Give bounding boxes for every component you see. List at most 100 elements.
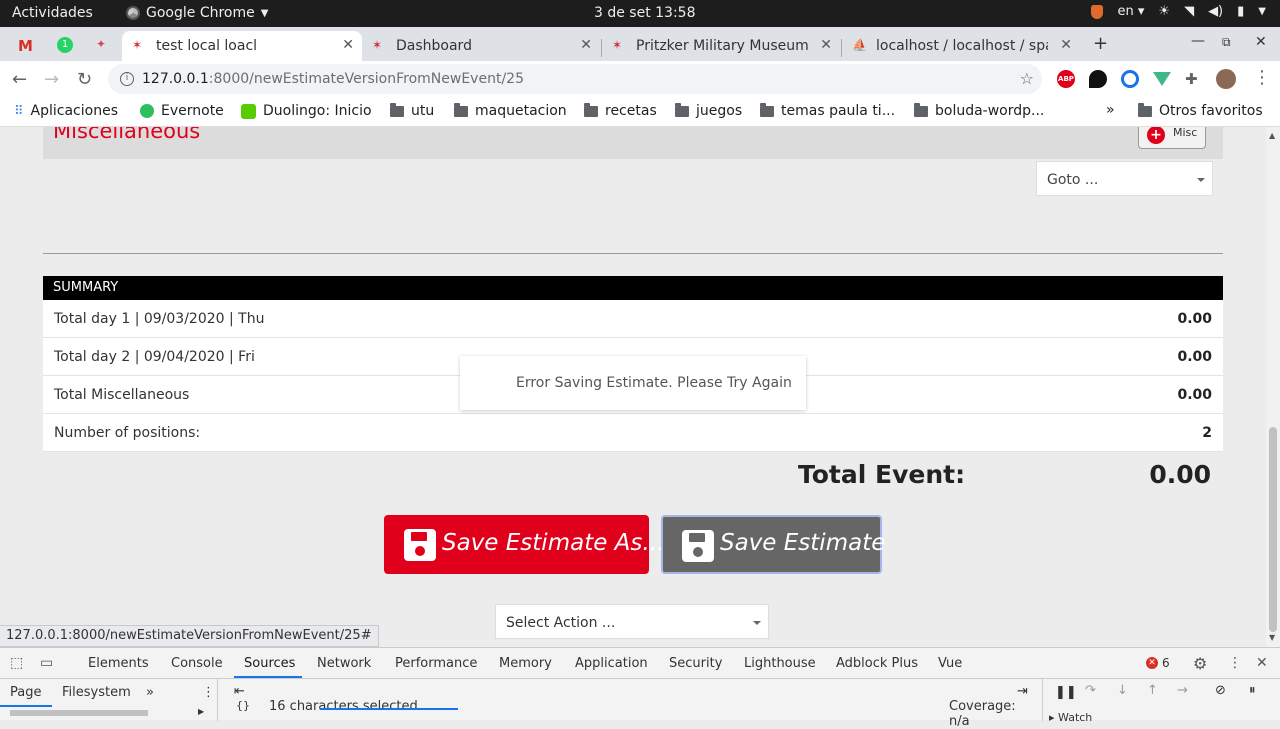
back-icon[interactable]: ← xyxy=(12,69,27,90)
device-toolbar-icon[interactable]: ▭ xyxy=(40,655,56,671)
minimize-icon[interactable]: — xyxy=(1191,33,1205,49)
navigator-tab-filesystem[interactable]: Filesystem xyxy=(62,685,131,700)
extensions-puzzle-icon[interactable]: ✚ xyxy=(1185,70,1203,88)
goto-select[interactable]: Goto ... xyxy=(1036,161,1213,196)
devtools-tab-console[interactable]: Console xyxy=(171,656,223,671)
save-estimate-as-button[interactable]: Save Estimate As... xyxy=(384,515,664,574)
forward-icon[interactable]: → xyxy=(44,69,59,90)
clock[interactable]: 3 de set 13:58 xyxy=(594,5,696,21)
devtools-menu-icon[interactable]: ⋮ xyxy=(1228,655,1244,671)
gmail-icon[interactable]: M xyxy=(18,37,34,55)
tab-pritzker[interactable]: ✶ Pritzker Military Museum ✕ xyxy=(602,31,840,61)
whatsapp-icon[interactable]: 1 xyxy=(57,37,73,53)
devtools-tab-memory[interactable]: Memory xyxy=(499,656,552,671)
bookmark-folder-boluda[interactable]: boluda-wordp... xyxy=(914,102,1044,119)
devtools-tab-vue[interactable]: Vue xyxy=(938,656,962,671)
vue-devtools-icon[interactable] xyxy=(1153,72,1171,86)
devtools-tab-adblock[interactable]: Adblock Plus xyxy=(836,656,918,671)
system-tray[interactable]: en ▾ ☀ ◥ ◀) ▮ ▼ xyxy=(1091,4,1266,19)
close-window-icon[interactable]: ✕ xyxy=(1255,34,1267,50)
tab-phpmyadmin[interactable]: ⛵ localhost / localhost / spa ✕ xyxy=(842,31,1080,61)
active-tab-indicator xyxy=(0,705,52,707)
app-menu[interactable]: Google Chrome ▼ xyxy=(126,5,268,21)
devtools-tab-performance[interactable]: Performance xyxy=(395,656,477,671)
total-event-label: Total Event: xyxy=(798,460,966,489)
devtools-tab-application[interactable]: Application xyxy=(575,656,648,671)
address-bar[interactable]: i 127.0.0.1:8000/newEstimateVersionFromN… xyxy=(108,64,1042,94)
devtools-tab-elements[interactable]: Elements xyxy=(88,656,149,671)
scrollbar-thumb[interactable] xyxy=(10,710,148,716)
pretty-print-icon[interactable]: {} xyxy=(236,699,250,712)
deactivate-breakpoints-icon[interactable]: ⊘ xyxy=(1215,683,1226,698)
bookmark-star-icon[interactable]: ☆ xyxy=(1020,69,1034,88)
bookmark-folder-recetas[interactable]: recetas xyxy=(584,102,657,119)
tab-title: Pritzker Military Museum xyxy=(636,38,809,54)
page-scrollbar[interactable]: ▲ ▼ xyxy=(1266,127,1280,647)
close-tab-icon[interactable]: ✕ xyxy=(1060,37,1072,53)
toggle-debugger-icon[interactable]: ⇥ xyxy=(1017,684,1028,699)
phpmyadmin-icon: ⛵ xyxy=(852,38,867,52)
add-misc-button[interactable]: + Misc xyxy=(1138,127,1206,149)
select-action-dropdown[interactable]: Select Action ... xyxy=(495,604,769,639)
step-over-icon[interactable]: ↷ xyxy=(1085,683,1096,698)
bookmark-folder-other[interactable]: Otros favoritos xyxy=(1138,102,1263,119)
scroll-right-icon[interactable]: ▶ xyxy=(198,707,204,716)
adblock-icon[interactable]: ABP xyxy=(1057,70,1075,88)
scroll-down-icon[interactable]: ▼ xyxy=(1269,633,1275,642)
bookmark-folder-maquetacion[interactable]: maquetacion xyxy=(454,102,567,119)
menu-kebab-icon[interactable]: ⋮ xyxy=(1253,67,1271,88)
watch-section[interactable]: ▸ Watch xyxy=(1049,711,1092,724)
apps-grid-icon: ⠿ xyxy=(14,103,24,119)
devtools-tab-lighthouse[interactable]: Lighthouse xyxy=(744,656,816,671)
save-estimate-button[interactable]: Save Estimate xyxy=(661,515,885,574)
url-text[interactable]: 127.0.0.1:8000/newEstimateVersionFromNew… xyxy=(142,71,524,87)
error-count-badge[interactable]: ✕ 6 xyxy=(1146,656,1170,670)
chevron-down-icon xyxy=(1197,178,1205,182)
new-tab-button[interactable]: + xyxy=(1093,33,1108,54)
extension-c-icon[interactable] xyxy=(1121,70,1139,88)
navigator-tab-page[interactable]: Page xyxy=(10,685,41,700)
inspect-element-icon[interactable]: ⬚ xyxy=(10,655,26,671)
profile-avatar[interactable] xyxy=(1216,69,1236,89)
settings-gear-icon[interactable]: ⚙ xyxy=(1193,654,1209,673)
info-icon[interactable]: i xyxy=(120,72,134,86)
bookmark-apps[interactable]: ⠿ Aplicaciones xyxy=(14,103,118,119)
bookmark-folder-temas[interactable]: temas paula ti... xyxy=(760,102,895,119)
activities-button[interactable]: Actividades xyxy=(12,5,93,21)
step-icon[interactable]: → xyxy=(1177,683,1188,698)
bookmark-duolingo[interactable]: Duolingo: Inicio xyxy=(241,103,372,119)
scroll-up-icon[interactable]: ▲ xyxy=(1269,131,1275,140)
close-tab-icon[interactable]: ✕ xyxy=(820,37,832,53)
step-into-icon[interactable]: ↓ xyxy=(1117,683,1128,698)
step-out-icon[interactable]: ↑ xyxy=(1147,683,1158,698)
close-devtools-icon[interactable]: ✕ xyxy=(1256,655,1272,671)
restore-icon[interactable]: ⧉ xyxy=(1222,35,1231,50)
devtools-tab-sources[interactable]: Sources xyxy=(244,656,295,671)
evernote-icon xyxy=(140,104,154,118)
total-event-value: 0.00 xyxy=(1149,460,1211,489)
navigator-scrollbar[interactable]: ▶ xyxy=(0,707,210,717)
tab-test-local[interactable]: ✶ test local loacl ✕ xyxy=(122,31,362,61)
navigator-overflow-icon[interactable]: » xyxy=(146,685,154,700)
tab-dashboard[interactable]: ✶ Dashboard ✕ xyxy=(362,31,600,61)
scrollbar-thumb[interactable] xyxy=(1269,427,1277,632)
bookmark-folder-juegos[interactable]: juegos xyxy=(675,102,742,119)
devtools-tab-security[interactable]: Security xyxy=(669,656,722,671)
bookmarks-overflow[interactable]: » xyxy=(1106,102,1115,118)
close-tab-icon[interactable]: ✕ xyxy=(580,37,592,53)
close-tab-icon[interactable]: ✕ xyxy=(342,37,354,53)
battery-icon: ▮ xyxy=(1237,4,1245,19)
devtools-tab-network[interactable]: Network xyxy=(317,656,371,671)
toggle-navigator-icon[interactable]: ⇤ xyxy=(234,684,245,699)
bookmark-evernote[interactable]: Evernote xyxy=(140,103,224,119)
floppy-disk-icon xyxy=(682,530,714,562)
summary-row: Number of positions: 2 xyxy=(43,414,1223,452)
monday-icon[interactable]: ✦ xyxy=(96,37,112,53)
pause-on-exceptions-icon[interactable]: ⏸ xyxy=(1249,683,1256,698)
location-pin-icon[interactable] xyxy=(1089,70,1107,88)
language-indicator[interactable]: en ▾ xyxy=(1117,4,1144,19)
pause-icon[interactable]: ❚❚ xyxy=(1055,685,1077,700)
reload-icon[interactable]: ↻ xyxy=(77,69,92,90)
bookmark-folder-utu[interactable]: utu xyxy=(390,102,434,119)
navigator-menu-icon[interactable]: ⋮ xyxy=(202,685,215,700)
